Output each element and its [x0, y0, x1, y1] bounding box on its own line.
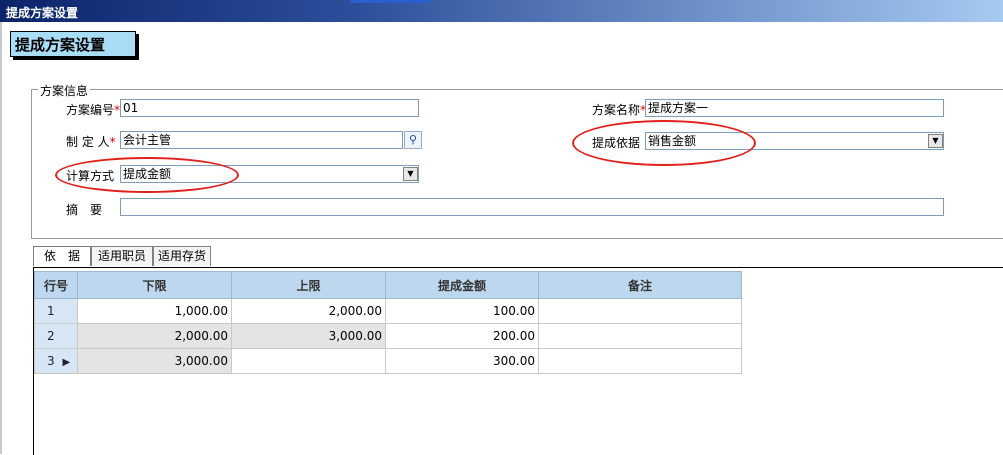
col-lower[interactable]: 下限	[77, 271, 232, 299]
header-title-button[interactable]: 提成方案设置	[10, 31, 136, 57]
name-label: 方案名称*	[592, 103, 647, 117]
cell-remark[interactable]	[538, 323, 742, 349]
code-label: 方案编号*	[66, 103, 121, 117]
table-header-row: 行号 下限 上限 提成金额 备注	[34, 271, 742, 299]
creator-field[interactable]: 会计主管	[120, 131, 403, 149]
tab-inventory[interactable]: 适用存货	[153, 246, 211, 266]
window-title: 提成方案设置	[6, 6, 79, 20]
annotation-oval-method	[55, 157, 239, 193]
table-row[interactable]: 1 1,000.00 2,000.00 100.00	[34, 298, 742, 324]
cell-upper[interactable]	[231, 348, 386, 374]
col-upper[interactable]: 上限	[231, 271, 386, 299]
row-number-current: 3 ▶	[34, 348, 78, 374]
cell-amount[interactable]: 100.00	[385, 298, 539, 324]
annotation-oval-basis	[572, 120, 756, 166]
row-number: 1	[34, 298, 78, 324]
left-edge	[0, 22, 2, 454]
window-titlebar: 提成方案设置	[0, 0, 1003, 22]
tab-employees[interactable]: 适用职员	[91, 246, 153, 266]
current-row-indicator: ▶	[62, 357, 71, 368]
cell-lower[interactable]: 2,000.00	[77, 323, 232, 349]
col-amount[interactable]: 提成金额	[385, 271, 539, 299]
cell-lower[interactable]: 1,000.00	[77, 298, 232, 324]
scheme-info-legend: 方案信息	[38, 82, 91, 99]
name-field[interactable]: 提成方案一	[645, 99, 944, 117]
titlebar-highlight	[350, 0, 430, 3]
col-remark[interactable]: 备注	[538, 271, 742, 299]
col-rownum[interactable]: 行号	[34, 271, 78, 299]
cell-remark[interactable]	[538, 298, 742, 324]
tier-table: 行号 下限 上限 提成金额 备注 1 1,000.00 2,000.00 100…	[34, 271, 742, 374]
chevron-down-icon[interactable]: ▼	[403, 167, 418, 181]
cell-upper[interactable]: 2,000.00	[231, 298, 386, 324]
cell-amount[interactable]: 200.00	[385, 323, 539, 349]
grid-panel: 行号 下限 上限 提成金额 备注 1 1,000.00 2,000.00 100…	[33, 267, 1003, 455]
cell-remark[interactable]	[538, 348, 742, 374]
cell-upper[interactable]: 3,000.00	[231, 323, 386, 349]
cell-amount[interactable]: 300.00	[385, 348, 539, 374]
creator-label: 制 定 人*	[66, 135, 116, 149]
chevron-down-icon[interactable]: ▼	[928, 134, 943, 148]
row-number: 3	[47, 354, 55, 368]
table-row[interactable]: 2 2,000.00 3,000.00 200.00	[34, 323, 742, 349]
tab-basis[interactable]: 依 据	[33, 246, 91, 266]
table-row[interactable]: 3 ▶ 3,000.00 300.00	[34, 348, 742, 374]
header-title-label: 提成方案设置	[15, 36, 106, 54]
search-icon[interactable]: ⚲	[404, 131, 422, 149]
row-number: 2	[34, 323, 78, 349]
code-field[interactable]: 01	[120, 99, 419, 117]
cell-lower[interactable]: 3,000.00	[77, 348, 232, 374]
summary-label: 摘 要	[66, 203, 103, 217]
summary-field[interactable]	[120, 198, 944, 216]
